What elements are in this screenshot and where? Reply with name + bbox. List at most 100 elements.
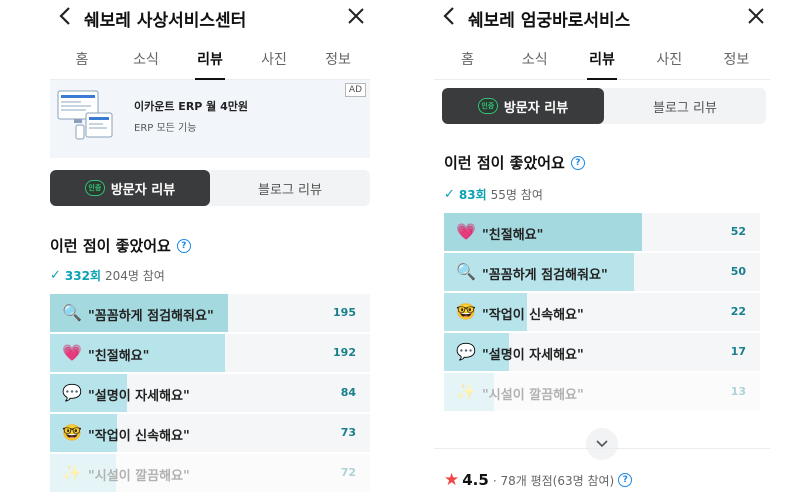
rating-summary: ★ 4.5 · 78개 평점(63명 참여) ? bbox=[444, 470, 633, 490]
chevron-left-icon bbox=[443, 7, 454, 25]
visitor-review-button[interactable]: 인증 방문자 리뷰 bbox=[50, 170, 210, 206]
ad-thumbnail-image bbox=[57, 90, 113, 140]
ad-subtitle: ERP 모든 기능 bbox=[134, 123, 197, 134]
keyword-emoji-icon: 💬 bbox=[62, 383, 82, 402]
keyword-count: 50 bbox=[730, 265, 746, 278]
close-icon bbox=[748, 8, 764, 24]
page-title: 쉐보레 사상서비스센터 bbox=[84, 11, 247, 31]
close-button[interactable] bbox=[744, 4, 768, 28]
tab-reviews[interactable]: 리뷰 bbox=[178, 36, 242, 79]
visitor-review-label: 방문자 리뷰 bbox=[503, 100, 569, 116]
keyword-count: 22 bbox=[730, 305, 746, 318]
keyword-bar-row: 💗 "친절해요" 52 bbox=[444, 213, 760, 251]
tab-bar: 홈 소식 리뷰 사진 정보 bbox=[50, 36, 370, 80]
visitor-review-label: 방문자 리뷰 bbox=[110, 182, 176, 198]
review-type-toggle: 인증 방문자 리뷰 블로그 리뷰 bbox=[50, 170, 370, 206]
rating-score: 4.5 bbox=[462, 471, 489, 489]
chevron-down-icon bbox=[596, 440, 608, 448]
participation-stats: ✓ 332회 204명 참여 bbox=[50, 267, 370, 284]
keyword-count: 17 bbox=[730, 345, 746, 358]
blog-review-label: 블로그 리뷰 bbox=[653, 100, 717, 116]
keyword-label: "꼼꼼하게 점검해줘요" bbox=[482, 268, 608, 283]
keyword-bar-row: 💗 "친절해요" 192 bbox=[50, 334, 370, 372]
keyword-emoji-icon: 🔍 bbox=[62, 303, 82, 322]
close-button[interactable] bbox=[344, 4, 368, 28]
participant-count: 55명 참여 bbox=[490, 188, 543, 202]
keyword-bar-row: 🔍 "꼼꼼하게 점검해줘요" 195 bbox=[50, 294, 370, 332]
vote-count: 83회 bbox=[458, 188, 487, 202]
check-icon: ✓ bbox=[50, 268, 61, 283]
close-icon bbox=[348, 8, 364, 24]
expand-button[interactable] bbox=[586, 428, 618, 460]
back-button[interactable] bbox=[54, 4, 76, 28]
keyword-label: "친절해요" bbox=[88, 349, 150, 364]
blog-review-label: 블로그 리뷰 bbox=[258, 182, 322, 198]
keyword-emoji-icon: 💗 bbox=[456, 222, 476, 241]
keyword-label: "작업이 신속해요" bbox=[482, 308, 584, 323]
keyword-label: "설명이 자세해요" bbox=[88, 389, 190, 404]
keyword-label: "설명이 자세해요" bbox=[482, 348, 584, 363]
top-bar: 쉐보레 엄궁바로서비스 bbox=[434, 0, 770, 36]
keyword-count: 73 bbox=[340, 426, 356, 439]
left-place-panel: 쉐보레 사상서비스센터 홈 소식 리뷰 사진 정보 이카운트 ERP 월 4만원… bbox=[50, 0, 370, 500]
back-button[interactable] bbox=[438, 4, 460, 28]
section-title: 이런 점이 좋았어요 ? bbox=[50, 235, 370, 256]
participant-count: 204명 참여 bbox=[105, 269, 165, 283]
blog-review-button[interactable]: 블로그 리뷰 bbox=[604, 88, 766, 124]
divider bbox=[434, 448, 770, 449]
keyword-emoji-icon: 💗 bbox=[62, 343, 82, 362]
review-type-toggle: 인증 방문자 리뷰 블로그 리뷰 bbox=[442, 88, 766, 124]
vote-count: 332회 bbox=[64, 269, 101, 283]
star-icon: ★ bbox=[444, 470, 460, 490]
page-title: 쉐보레 엄궁바로서비스 bbox=[468, 11, 631, 31]
keyword-bar-row: 💬 "설명이 자세해요" 84 bbox=[50, 374, 370, 412]
tab-photos[interactable]: 사진 bbox=[636, 36, 703, 79]
keyword-emoji-icon: ✨ bbox=[456, 382, 476, 401]
verified-badge-icon: 인증 bbox=[84, 180, 105, 196]
keyword-bar-list: 💗 "친절해요" 52 🔍 "꼼꼼하게 점검해줘요" 50 🤓 "작업이 신속해요" 22 💬 "설… bbox=[444, 213, 760, 411]
keyword-bar-row: 🔍 "꼼꼼하게 점검해줘요" 50 bbox=[444, 253, 760, 291]
section-title: 이런 점이 좋았어요 ? bbox=[444, 152, 770, 173]
keyword-bar-row: 🤓 "작업이 신속해요" 73 bbox=[50, 414, 370, 452]
tab-news[interactable]: 소식 bbox=[114, 36, 178, 79]
tab-home[interactable]: 홈 bbox=[50, 36, 114, 79]
tab-photos[interactable]: 사진 bbox=[242, 36, 306, 79]
keyword-emoji-icon: 💬 bbox=[456, 342, 476, 361]
question-circle-icon[interactable]: ? bbox=[618, 473, 633, 487]
keyword-bar-row: 🤓 "작업이 신속해요" 22 bbox=[444, 293, 760, 331]
blog-review-button[interactable]: 블로그 리뷰 bbox=[210, 170, 370, 206]
keyword-bar-row: ✨ "시설이 깔끔해요" 72 bbox=[50, 454, 370, 492]
tab-info[interactable]: 정보 bbox=[703, 36, 770, 79]
visitor-review-button[interactable]: 인증 방문자 리뷰 bbox=[442, 88, 604, 124]
keyword-bar-list: 🔍 "꼼꼼하게 점검해줘요" 195 💗 "친절해요" 192 💬 "설명이 자세해요" 84 🤓… bbox=[50, 294, 370, 492]
section-title-text: 이런 점이 좋았어요 bbox=[444, 154, 565, 172]
top-bar: 쉐보레 사상서비스센터 bbox=[50, 0, 370, 36]
keyword-label: "친절해요" bbox=[482, 228, 544, 243]
keyword-bar-row: 💬 "설명이 자세해요" 17 bbox=[444, 333, 760, 371]
keyword-label: "작업이 신속해요" bbox=[88, 429, 190, 444]
keyword-emoji-icon: 🤓 bbox=[62, 423, 82, 442]
question-circle-icon[interactable]: ? bbox=[570, 155, 585, 170]
keyword-count: 84 bbox=[340, 386, 356, 399]
ad-badge: AD bbox=[344, 83, 366, 97]
ad-banner[interactable]: 이카운트 ERP 월 4만원 ERP 모든 기능 AD bbox=[50, 80, 370, 158]
keyword-count: 13 bbox=[730, 385, 746, 398]
keyword-count: 195 bbox=[333, 306, 356, 319]
keyword-count: 72 bbox=[340, 466, 356, 479]
tab-reviews[interactable]: 리뷰 bbox=[568, 36, 635, 79]
keyword-bar-row: ✨ "시설이 깔끔해요" 13 bbox=[444, 373, 760, 411]
keyword-count: 192 bbox=[333, 346, 356, 359]
keyword-label: "시설이 깔끔해요" bbox=[482, 388, 584, 403]
question-circle-icon[interactable]: ? bbox=[176, 238, 191, 253]
check-icon: ✓ bbox=[444, 187, 455, 202]
tab-info[interactable]: 정보 bbox=[306, 36, 370, 79]
keyword-label: "시설이 깔끔해요" bbox=[88, 469, 190, 484]
section-title-text: 이런 점이 좋았어요 bbox=[50, 237, 171, 255]
participation-stats: ✓ 83회 55명 참여 bbox=[444, 186, 770, 203]
tab-home[interactable]: 홈 bbox=[434, 36, 501, 79]
ad-title: 이카운트 ERP 월 4만원 bbox=[134, 100, 249, 113]
tab-news[interactable]: 소식 bbox=[501, 36, 568, 79]
rating-detail: · 78개 평점(63명 참여) bbox=[492, 473, 615, 488]
keyword-emoji-icon: 🔍 bbox=[456, 262, 476, 281]
right-place-panel: 쉐보레 엄궁바로서비스 홈 소식 리뷰 사진 정보 인증 방문자 리뷰 블로그 … bbox=[434, 0, 770, 500]
